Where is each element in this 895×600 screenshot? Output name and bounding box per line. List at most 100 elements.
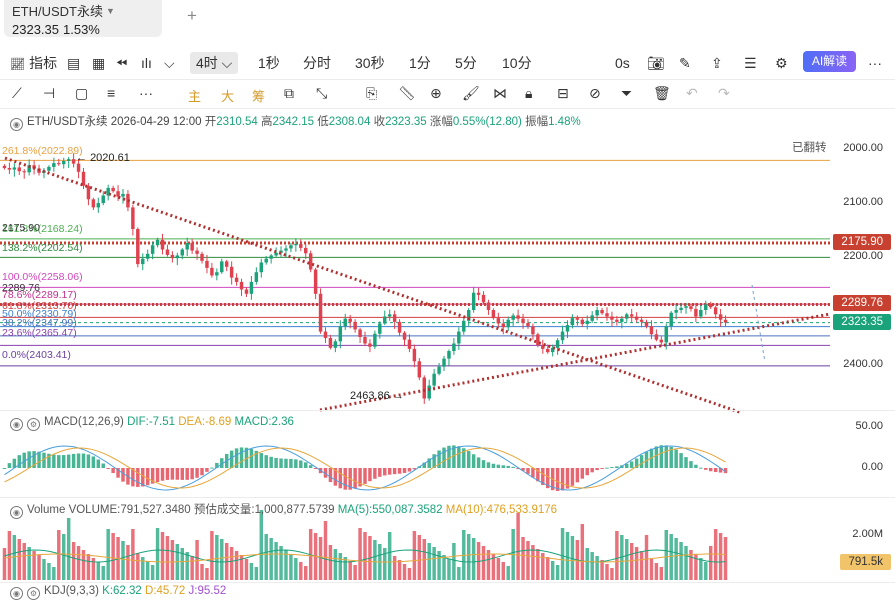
volume-bar bbox=[471, 538, 476, 580]
candle-body bbox=[254, 272, 259, 282]
volume-bar bbox=[555, 565, 560, 580]
trendline-down bbox=[4, 156, 743, 415]
macd-bar bbox=[52, 454, 56, 468]
candle-body bbox=[471, 292, 476, 310]
candle-body bbox=[195, 250, 199, 254]
candle-body bbox=[432, 373, 436, 386]
candle-body bbox=[229, 266, 234, 278]
candle-body bbox=[269, 255, 273, 259]
level-2289-label: 2289.76 bbox=[2, 282, 40, 294]
macd-bar bbox=[674, 449, 678, 468]
macd-bar bbox=[387, 468, 392, 475]
divider bbox=[0, 582, 895, 583]
macd-bar bbox=[145, 468, 150, 486]
volume-bar bbox=[708, 546, 713, 580]
candle-body bbox=[17, 167, 22, 172]
candle-body bbox=[620, 318, 624, 322]
volume-bar bbox=[595, 556, 599, 580]
low-annotation-value: 2463.86 bbox=[350, 390, 390, 402]
candle-body bbox=[323, 331, 328, 339]
volume-bar bbox=[274, 542, 278, 580]
macd-title: MACD(12,26,9) bbox=[44, 416, 124, 428]
candle-body bbox=[595, 310, 599, 316]
macd-bar bbox=[62, 455, 66, 468]
volume-bar bbox=[165, 536, 170, 580]
candle-body bbox=[669, 312, 673, 327]
volume-bar bbox=[718, 533, 723, 580]
macd-bar bbox=[605, 467, 609, 469]
candle-body bbox=[264, 258, 268, 263]
volume-bar bbox=[190, 556, 194, 580]
volume-bar bbox=[299, 562, 303, 580]
macd-bar bbox=[7, 463, 12, 468]
macd-bar bbox=[476, 457, 481, 468]
volume-bar bbox=[699, 558, 703, 580]
candle-body bbox=[299, 244, 303, 248]
candle-body bbox=[289, 245, 293, 249]
candle-body bbox=[476, 292, 481, 295]
volume-bar bbox=[57, 530, 61, 580]
volume-title: Volume bbox=[27, 504, 66, 516]
candle-body bbox=[338, 326, 343, 342]
candle-body bbox=[516, 315, 520, 319]
candle-body bbox=[378, 323, 382, 334]
macd-title-row: ◉ ⚙ MACD(12,26,9) DIF:-7.51 DEA:-8.69 MACD… bbox=[10, 416, 294, 431]
candle-body bbox=[560, 331, 565, 341]
macd-bar bbox=[575, 468, 580, 483]
candle-body bbox=[131, 207, 135, 229]
candle-body bbox=[318, 293, 323, 332]
candle-body bbox=[368, 343, 372, 347]
candle-body bbox=[71, 159, 76, 164]
candle-body bbox=[481, 294, 486, 303]
macd-bar bbox=[713, 468, 718, 473]
macd-bar bbox=[501, 465, 506, 468]
visibility-icon[interactable]: ◉ bbox=[10, 418, 23, 431]
volume-bar bbox=[625, 539, 629, 580]
macd-bar bbox=[136, 468, 140, 487]
volume-bar bbox=[185, 552, 189, 580]
macd-bar bbox=[57, 455, 61, 468]
macd-bar bbox=[699, 467, 703, 469]
candle-body bbox=[308, 253, 313, 270]
macd-bar bbox=[249, 448, 254, 468]
candle-body bbox=[392, 314, 397, 322]
volume-bar bbox=[71, 542, 76, 580]
volume-bar bbox=[383, 548, 387, 580]
volume-bar bbox=[457, 567, 461, 580]
volume-bar bbox=[259, 510, 264, 580]
volume-bar bbox=[412, 531, 417, 580]
candle-body bbox=[639, 319, 644, 322]
candle-body bbox=[704, 304, 708, 310]
volume-bar bbox=[170, 540, 175, 580]
settings-icon[interactable]: ⚙ bbox=[27, 587, 40, 600]
volume-bar bbox=[111, 533, 115, 580]
visibility-icon[interactable]: ◉ bbox=[10, 506, 23, 519]
volume-layer bbox=[2, 510, 728, 580]
volume-bar bbox=[323, 521, 328, 580]
settings-icon[interactable]: ⚙ bbox=[27, 418, 40, 431]
volume-bar bbox=[466, 534, 471, 580]
macd-bar bbox=[106, 468, 110, 469]
volume-bar bbox=[145, 561, 150, 580]
macd-bar bbox=[580, 468, 585, 479]
candle-body bbox=[590, 315, 594, 321]
macd-bar bbox=[279, 458, 283, 468]
kdj-d: D:45.72 bbox=[145, 585, 186, 597]
volume-bar bbox=[304, 566, 308, 580]
flip-label[interactable]: 已翻转 bbox=[792, 139, 827, 155]
volume-bar bbox=[397, 560, 402, 580]
candle-body bbox=[111, 187, 115, 192]
fib-label: 0.0%(2403.41) bbox=[2, 349, 71, 361]
volume-bar bbox=[2, 548, 7, 580]
volume-bar bbox=[37, 555, 41, 580]
candle-body bbox=[358, 329, 362, 337]
volume-bar bbox=[348, 561, 352, 580]
volume-bar bbox=[249, 563, 254, 580]
candle-body bbox=[654, 334, 659, 340]
volume-bar bbox=[42, 559, 46, 580]
macd-bar bbox=[383, 468, 387, 476]
macd-bar bbox=[506, 465, 510, 468]
candle-body bbox=[220, 261, 224, 273]
visibility-icon[interactable]: ◉ bbox=[10, 587, 23, 600]
macd-value: MACD:2.36 bbox=[234, 416, 294, 428]
